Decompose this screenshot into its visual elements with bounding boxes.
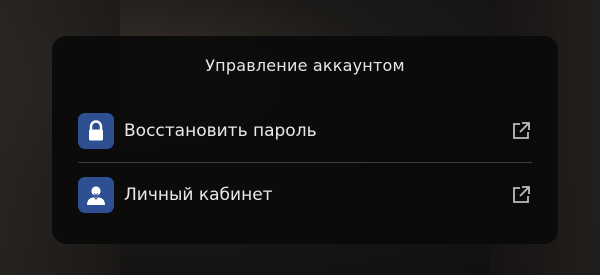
external-link-icon[interactable] — [510, 184, 532, 206]
divider — [78, 162, 532, 163]
personal-account-item[interactable]: Личный кабинет — [78, 172, 532, 218]
user-icon — [78, 177, 114, 213]
external-link-icon[interactable] — [510, 120, 532, 142]
lock-icon — [78, 113, 114, 149]
account-management-panel: Управление аккаунтом Восстановить пароль — [52, 36, 558, 244]
personal-account-label: Личный кабинет — [124, 185, 273, 205]
restore-password-item[interactable]: Восстановить пароль — [78, 108, 532, 154]
restore-password-label: Восстановить пароль — [124, 121, 317, 141]
panel-title: Управление аккаунтом — [205, 56, 405, 75]
